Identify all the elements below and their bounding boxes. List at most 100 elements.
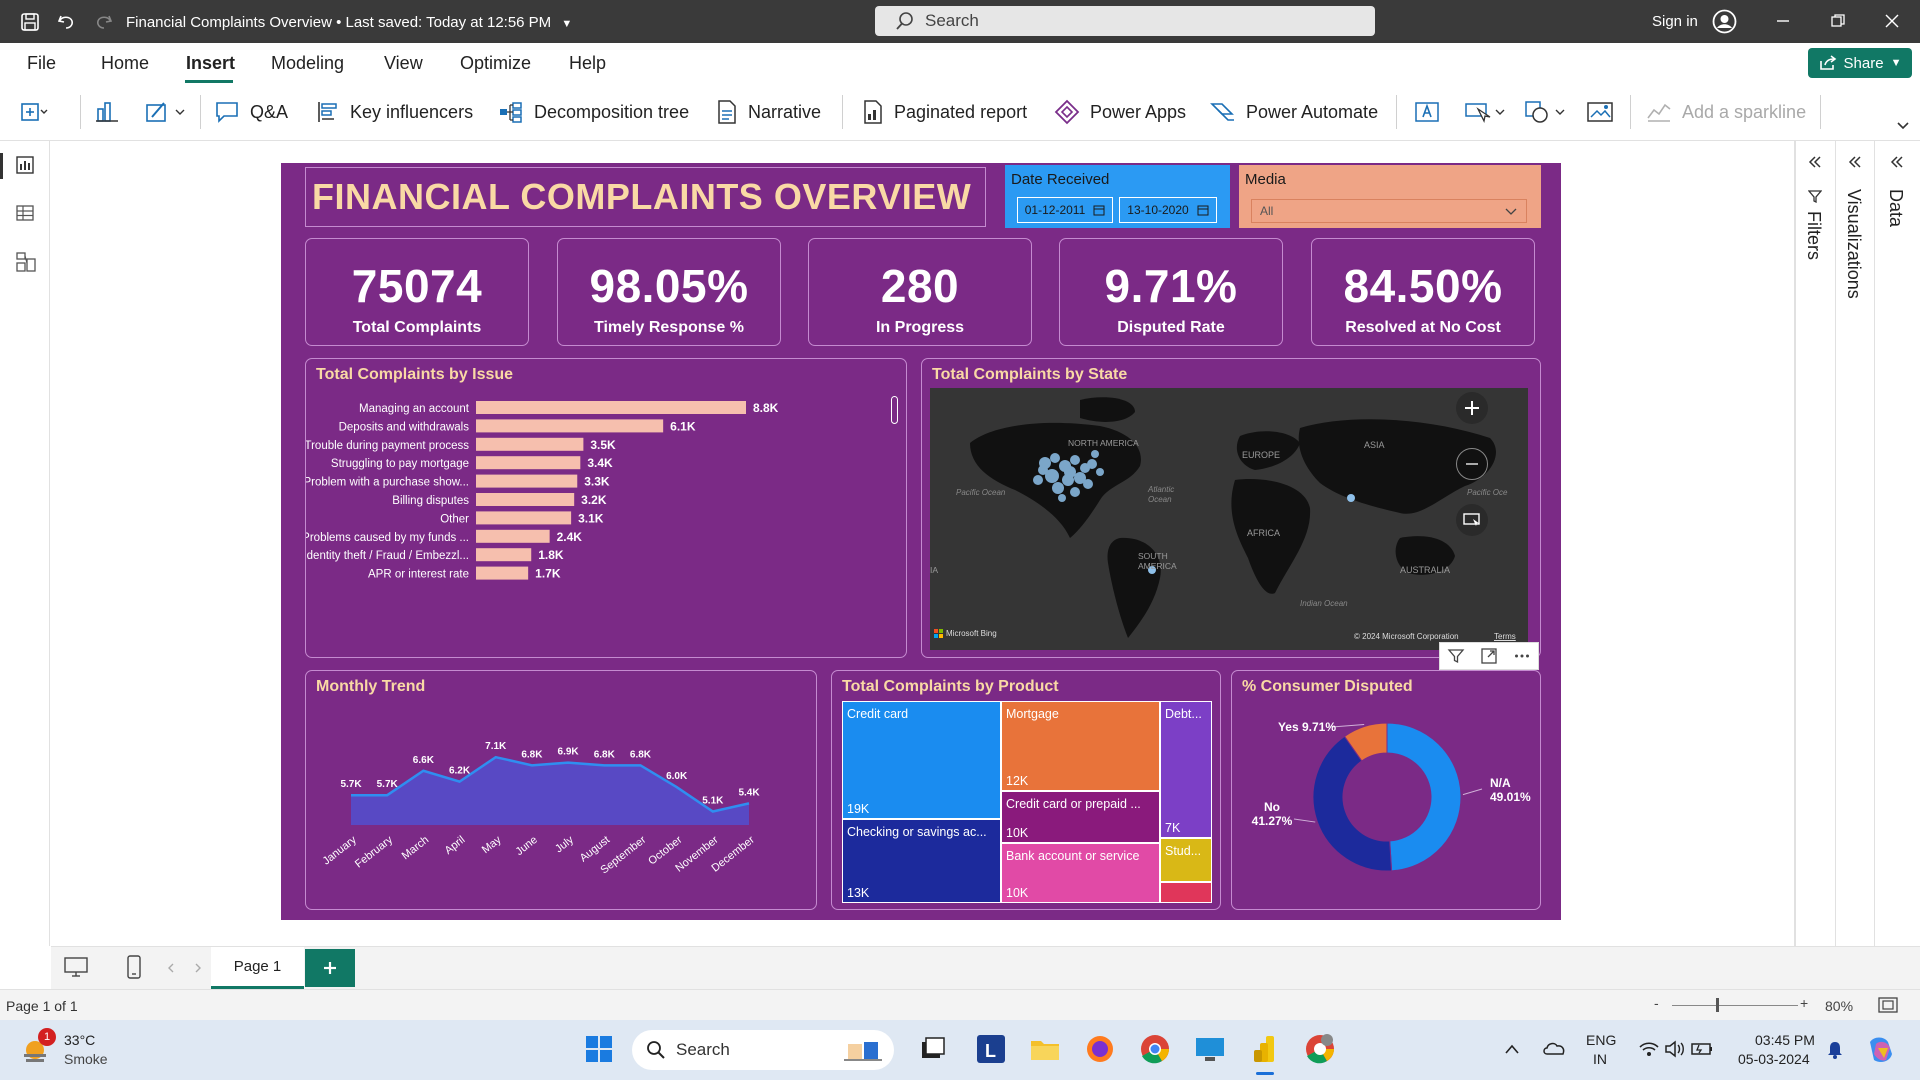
battery-icon[interactable]	[1690, 1040, 1714, 1058]
chrome-profile-icon[interactable]	[1303, 1032, 1337, 1066]
bar[interactable]	[476, 529, 550, 543]
page-tab-1[interactable]: Page 1	[211, 947, 304, 989]
consumer-disputed-card[interactable]: % Consumer Disputed N/A 49.01% No 41.27% Yes…	[1231, 670, 1541, 910]
zoom-slider-thumb[interactable]	[1716, 998, 1719, 1012]
kpi-card-in-progress[interactable]: 280 In Progress	[808, 238, 1032, 346]
minimize-button[interactable]	[1763, 8, 1803, 34]
map-zoom-out-button[interactable]	[1456, 448, 1488, 480]
chevron-down-icon[interactable]: ▼	[561, 18, 572, 30]
firefox-icon[interactable]	[1083, 1032, 1117, 1066]
zoom-out-button[interactable]: -	[1654, 995, 1659, 1011]
account-avatar-icon[interactable]	[1712, 9, 1737, 34]
kpi-card-resolved-no-cost[interactable]: 84.50% Resolved at No Cost	[1311, 238, 1535, 346]
kpi-card-timely-response[interactable]: 98.05% Timely Response %	[557, 238, 781, 346]
menu-view[interactable]: View	[384, 53, 423, 74]
add-page-button[interactable]	[305, 949, 355, 987]
remote-desktop-icon[interactable]	[1193, 1032, 1227, 1066]
treemap-cell[interactable]	[1160, 882, 1212, 903]
end-date-input[interactable]: 13-10-2020	[1119, 197, 1217, 223]
zoom-in-button[interactable]: +	[1800, 995, 1808, 1011]
copilot-icon[interactable]	[1864, 1034, 1898, 1066]
issue-bar-chart[interactable]: Managing an account 8.8K Deposits and with…	[306, 391, 886, 651]
donut-slice[interactable]	[1386, 722, 1462, 872]
qa-button[interactable]: Q&A	[214, 98, 288, 126]
product-treemap[interactable]: Credit card 19K Checking or savings ac... 1…	[842, 701, 1212, 903]
task-view-icon[interactable]	[916, 1032, 950, 1066]
treemap-cell[interactable]: Debt... 7K	[1160, 701, 1212, 838]
buttons-button[interactable]	[1464, 98, 1508, 126]
menu-home[interactable]: Home	[101, 53, 149, 74]
kpi-card-total-complaints[interactable]: 75074 Total Complaints	[305, 238, 529, 346]
chevron-up-icon[interactable]	[1504, 1043, 1520, 1055]
text-box-button[interactable]	[1414, 98, 1440, 126]
windows-start-icon[interactable]	[582, 1032, 616, 1066]
taskbar-search[interactable]: Search	[632, 1030, 894, 1070]
map-view[interactable]: NORTH AMERICA EUROPE ASIA AFRICA SOUTH A…	[930, 388, 1528, 650]
data-pane-label[interactable]: Data	[1885, 189, 1906, 227]
narrative-button[interactable]: Narrative	[716, 98, 821, 126]
table-view-icon[interactable]	[15, 203, 35, 223]
bar[interactable]	[476, 548, 532, 562]
treemap-cell[interactable]: Credit card 19K	[842, 701, 1001, 819]
restore-button[interactable]	[1818, 8, 1858, 34]
treemap-cell[interactable]: Bank account or service 10K	[1001, 843, 1160, 903]
sign-in-link[interactable]: Sign in	[1652, 13, 1698, 30]
bar[interactable]	[476, 437, 584, 451]
more-options-icon[interactable]	[1513, 647, 1531, 665]
bar[interactable]	[476, 566, 529, 580]
paginated-report-button[interactable]: Paginated report	[862, 98, 1027, 126]
expand-filters-icon[interactable]	[1807, 155, 1823, 169]
mobile-layout-icon[interactable]	[125, 954, 143, 980]
map-zoom-in-button[interactable]	[1456, 392, 1488, 424]
add-sparkline-button[interactable]: Add a sparkline	[1646, 98, 1806, 126]
filter-icon[interactable]	[1447, 647, 1465, 665]
start-date-input[interactable]: 01-12-2011	[1017, 197, 1113, 223]
menu-insert[interactable]: Insert	[186, 53, 235, 74]
issue-bar-chart-card[interactable]: Total Complaints by Issue Managing an ac…	[305, 358, 907, 658]
focus-mode-icon[interactable]	[1480, 647, 1498, 665]
power-bi-icon[interactable]	[1248, 1032, 1282, 1066]
chart-scrollbar[interactable]	[891, 396, 898, 424]
monthly-trend-chart[interactable]: 5.7K 5.7K 6.6K 6.2K 7.1K 6.8K 6.9K 6.8K 6.8K 6.0K…	[306, 701, 816, 906]
visual-gallery-button[interactable]	[94, 98, 120, 126]
clock-time[interactable]: 03:45 PM	[1755, 1032, 1815, 1048]
report-view-icon[interactable]	[15, 155, 35, 175]
donut-slice[interactable]	[1312, 735, 1393, 872]
menu-file[interactable]: File	[27, 53, 56, 74]
redo-icon[interactable]	[94, 12, 114, 32]
treemap-cell[interactable]: Stud...	[1160, 838, 1212, 882]
treemap-cell[interactable]: Mortgage 12K	[1001, 701, 1160, 791]
state-map-card[interactable]: Total Complaints by State NORTH AMERICA …	[921, 358, 1541, 658]
wifi-icon[interactable]	[1638, 1040, 1660, 1058]
filters-pane-label[interactable]: Filters	[1803, 211, 1824, 260]
bar[interactable]	[476, 401, 746, 414]
shapes-button[interactable]	[1524, 98, 1568, 126]
document-title[interactable]: Financial Complaints Overview • Last sav…	[126, 14, 572, 31]
decomposition-tree-button[interactable]: Decomposition tree	[498, 98, 689, 126]
treemap-cell[interactable]: Credit card or prepaid ... 10K	[1001, 791, 1160, 843]
monthly-trend-card[interactable]: Monthly Trend 5.7K 5.7K 6.6K 6.2K 7.1K 6.8K 6.…	[305, 670, 817, 910]
map-select-button[interactable]	[1456, 504, 1488, 536]
media-dropdown[interactable]: All	[1251, 199, 1527, 223]
image-button[interactable]	[1586, 98, 1614, 126]
product-treemap-card[interactable]: Total Complaints by Product Credit card 1…	[831, 670, 1221, 910]
bar[interactable]	[476, 511, 572, 525]
menu-modeling[interactable]: Modeling	[271, 53, 344, 74]
volume-icon[interactable]	[1664, 1040, 1686, 1058]
onedrive-icon[interactable]	[1542, 1039, 1566, 1057]
key-influencers-button[interactable]: Key influencers	[316, 98, 473, 126]
fit-to-page-icon[interactable]	[1878, 997, 1898, 1013]
undo-icon[interactable]	[56, 12, 76, 32]
ribbon-collapse-icon[interactable]	[1896, 121, 1910, 131]
bar[interactable]	[476, 474, 578, 488]
map-terms-link[interactable]: Terms	[1494, 632, 1516, 641]
zoom-slider[interactable]	[1672, 1005, 1798, 1006]
bar[interactable]	[476, 456, 581, 470]
more-visuals-button[interactable]	[144, 98, 188, 126]
expand-data-icon[interactable]	[1889, 155, 1905, 169]
expand-visualizations-icon[interactable]	[1847, 155, 1863, 169]
menu-help[interactable]: Help	[569, 53, 606, 74]
kpi-card-disputed-rate[interactable]: 9.71% Disputed Rate	[1059, 238, 1283, 346]
chrome-icon[interactable]	[1138, 1032, 1172, 1066]
consumer-disputed-donut[interactable]: N/A49.01% No41.27% Yes 9.71%	[1232, 699, 1538, 907]
